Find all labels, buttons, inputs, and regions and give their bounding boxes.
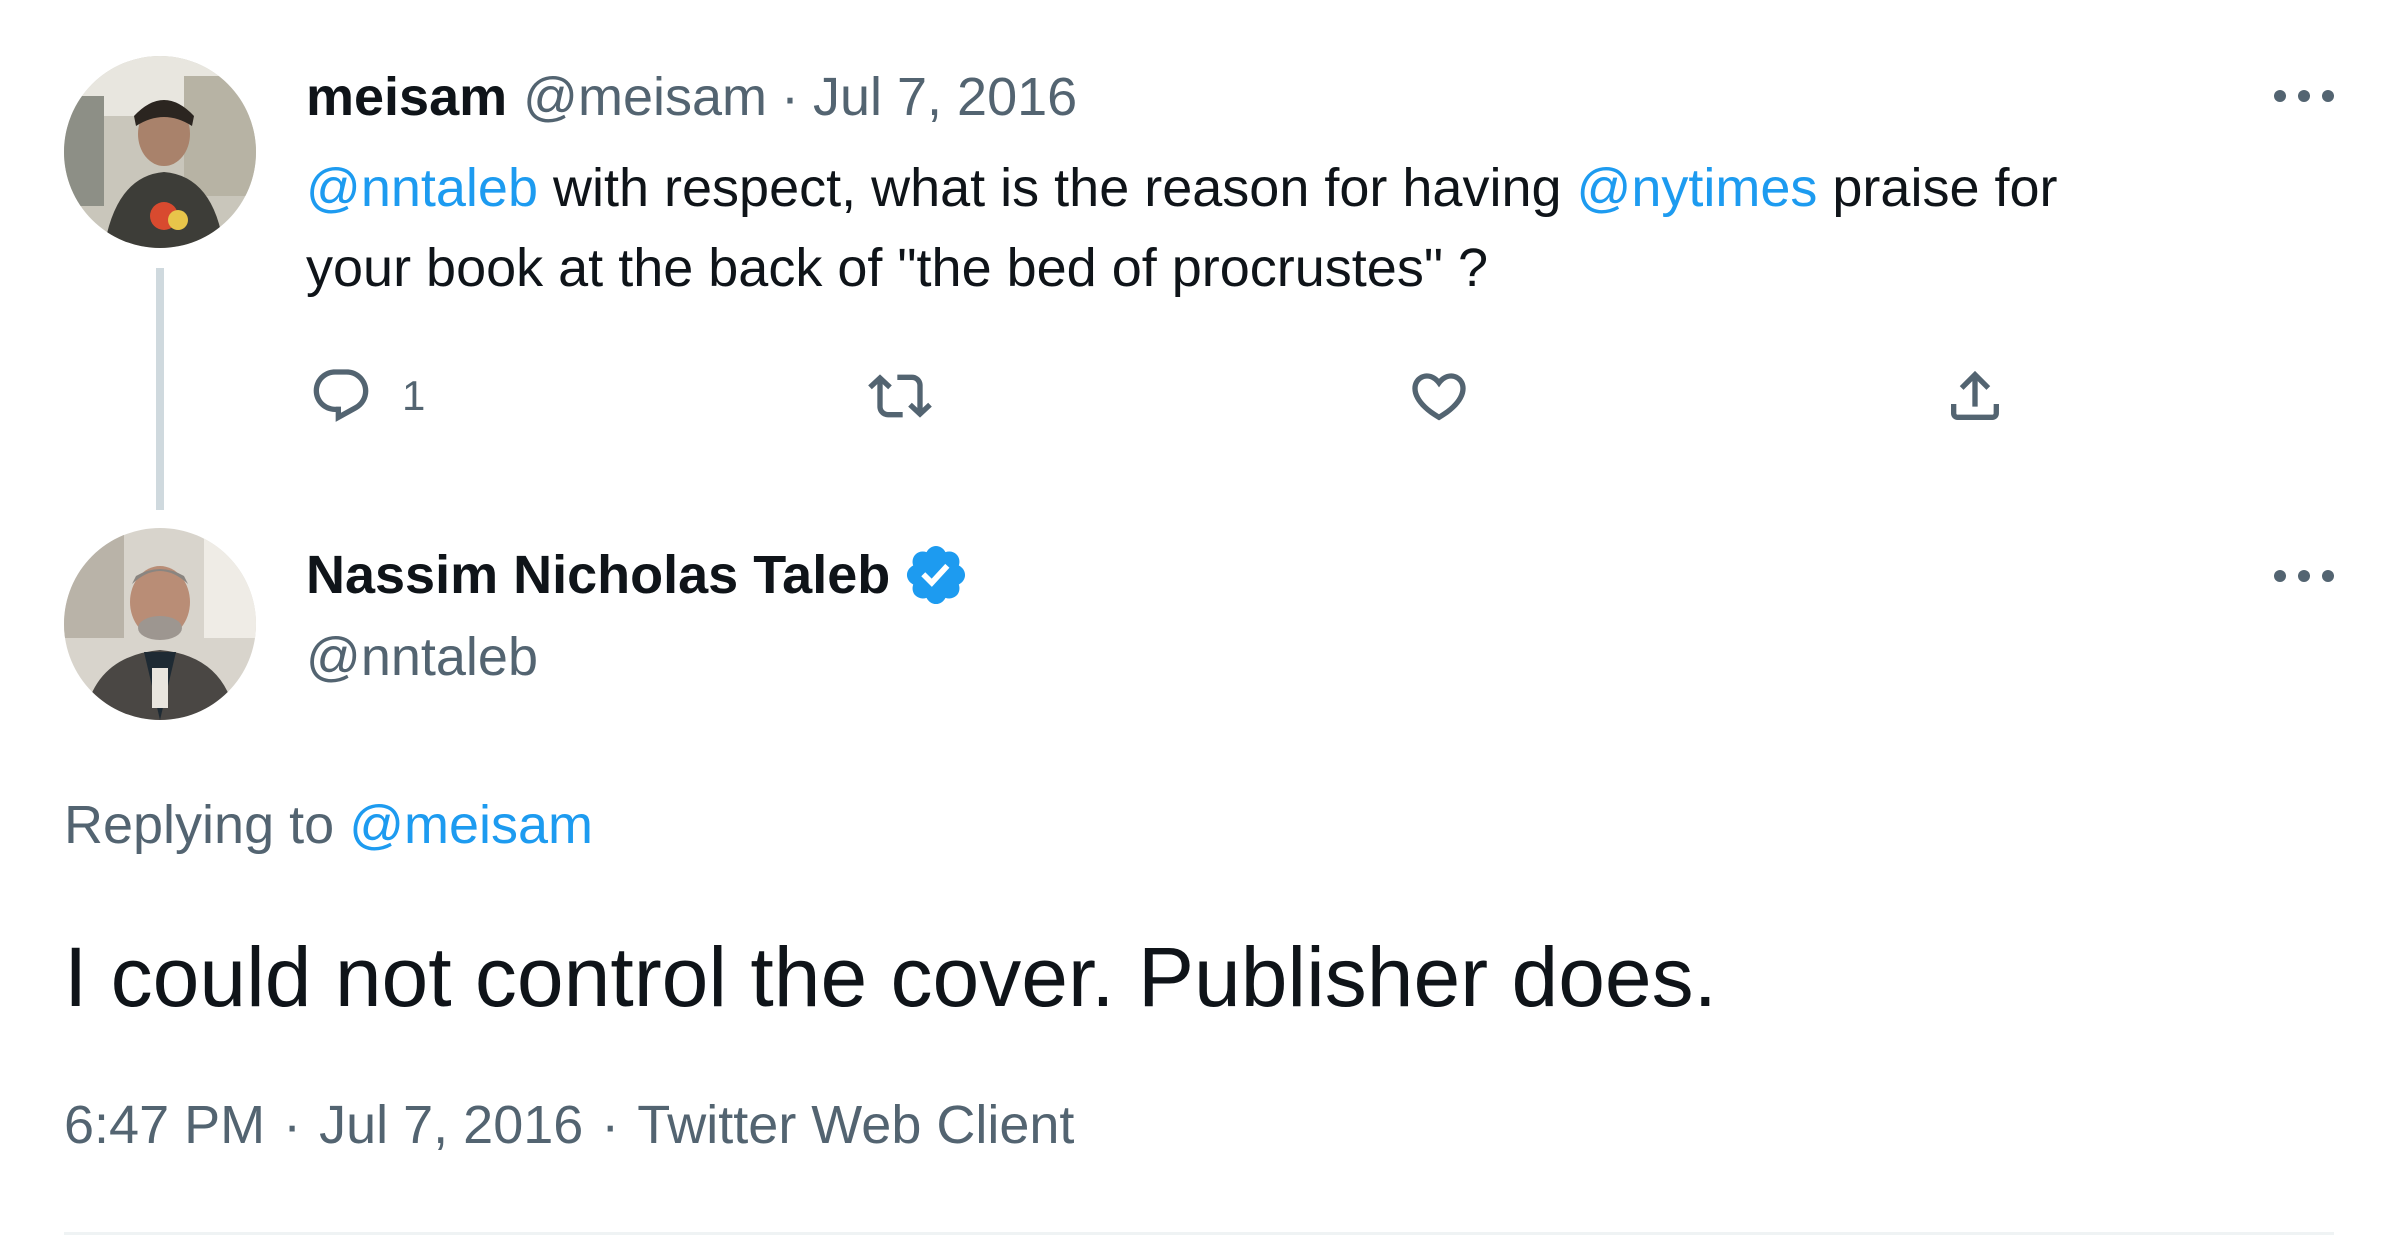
- meta-separator-1: ·: [283, 1095, 302, 1155]
- divider: [64, 1232, 2334, 1235]
- parent-text-part1: with respect, what is the reason for hav…: [537, 158, 1577, 218]
- thread-connector: [156, 268, 164, 510]
- meta-separator-2: ·: [601, 1095, 620, 1155]
- more-icon: [2274, 570, 2334, 582]
- main-more-button[interactable]: [2264, 556, 2344, 596]
- parent-date[interactable]: Jul 7, 2016: [813, 66, 1077, 128]
- parent-separator: ·: [780, 67, 799, 127]
- share-icon: [1951, 370, 1999, 420]
- like-button[interactable]: [1404, 356, 1474, 436]
- tweet-time[interactable]: 6:47 PM: [64, 1090, 265, 1160]
- parent-tweet-header: meisam @meisam · Jul 7, 2016: [306, 62, 1077, 132]
- like-icon: [1412, 373, 1466, 421]
- avatar-nntaleb[interactable]: [64, 528, 256, 720]
- parent-handle[interactable]: @meisam: [523, 66, 767, 128]
- parent-display-name[interactable]: meisam: [306, 66, 507, 128]
- share-button[interactable]: [1940, 356, 2010, 436]
- parent-more-button[interactable]: [2264, 76, 2344, 116]
- tweet-date[interactable]: Jul 7, 2016: [319, 1090, 583, 1160]
- main-handle[interactable]: @nntaleb: [306, 622, 538, 692]
- parent-tweet-text: @nntaleb with respect, what is the reaso…: [306, 148, 2306, 308]
- more-icon: [2274, 90, 2334, 102]
- retweet-icon: [868, 374, 932, 418]
- replying-to-mention[interactable]: @meisam: [349, 795, 593, 855]
- parent-text-part2: praise for: [1817, 158, 2058, 218]
- parent-text-line2: your book at the back of "the bed of pro…: [306, 238, 1489, 298]
- reply-count: 1: [402, 372, 426, 419]
- retweet-button[interactable]: [862, 356, 938, 436]
- replying-prefix: Replying to: [64, 795, 335, 855]
- main-display-name[interactable]: Nassim Nicholas Taleb: [306, 544, 890, 606]
- mention-nntaleb[interactable]: @nntaleb: [306, 158, 538, 218]
- avatar-meisam[interactable]: [64, 56, 256, 248]
- main-tweet-text: I could not control the cover. Publisher…: [64, 930, 1717, 1024]
- replying-to: Replying to @meisam: [64, 790, 593, 860]
- tweet-source[interactable]: Twitter Web Client: [637, 1090, 1074, 1160]
- main-tweet-author: Nassim Nicholas Taleb: [306, 540, 970, 610]
- reply-icon: [313, 369, 369, 422]
- reply-button[interactable]: 1: [306, 356, 425, 436]
- tweet-metadata: 6:47 PM · Jul 7, 2016 · Twitter Web Clie…: [64, 1090, 1074, 1160]
- mention-nytimes[interactable]: @nytimes: [1577, 158, 1818, 218]
- verified-badge-icon: [907, 545, 966, 605]
